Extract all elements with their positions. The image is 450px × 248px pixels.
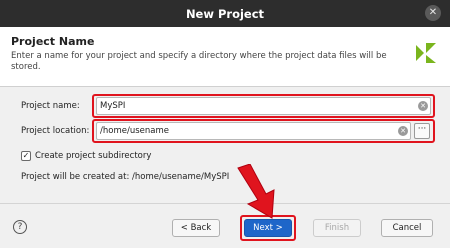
project-name-label: Project name: bbox=[21, 101, 80, 111]
project-location-label: Project location: bbox=[21, 126, 90, 136]
title-bar: New Project ✕ bbox=[0, 0, 450, 27]
clear-icon[interactable]: ✕ bbox=[418, 101, 428, 111]
browse-icon[interactable]: ··· bbox=[414, 123, 430, 139]
page-description: Enter a name for your project and specif… bbox=[11, 51, 387, 72]
check-icon: ✓ bbox=[22, 151, 30, 160]
clear-icon[interactable]: ✕ bbox=[398, 126, 408, 136]
back-button[interactable]: < Back bbox=[172, 219, 220, 237]
cancel-button[interactable]: Cancel bbox=[381, 219, 433, 237]
wizard-header: Project Name Enter a name for your proje… bbox=[0, 27, 450, 87]
create-subdir-checkbox[interactable]: ✓ bbox=[21, 151, 31, 161]
window-title: New Project bbox=[185, 6, 265, 21]
page-title: Project Name bbox=[11, 35, 95, 48]
create-subdir-label: Create project subdirectory bbox=[35, 151, 152, 161]
project-location-input[interactable]: /home/usename bbox=[96, 122, 411, 140]
project-path-summary: Project will be created at: /home/usenam… bbox=[21, 172, 230, 182]
vivado-logo-icon bbox=[416, 43, 436, 63]
finish-button: Finish bbox=[313, 219, 361, 237]
project-name-input[interactable]: MySPI bbox=[96, 97, 431, 115]
help-icon[interactable]: ? bbox=[13, 220, 27, 234]
footer-divider bbox=[0, 203, 450, 204]
close-icon[interactable]: ✕ bbox=[425, 5, 441, 21]
red-arrow-icon bbox=[237, 164, 275, 219]
